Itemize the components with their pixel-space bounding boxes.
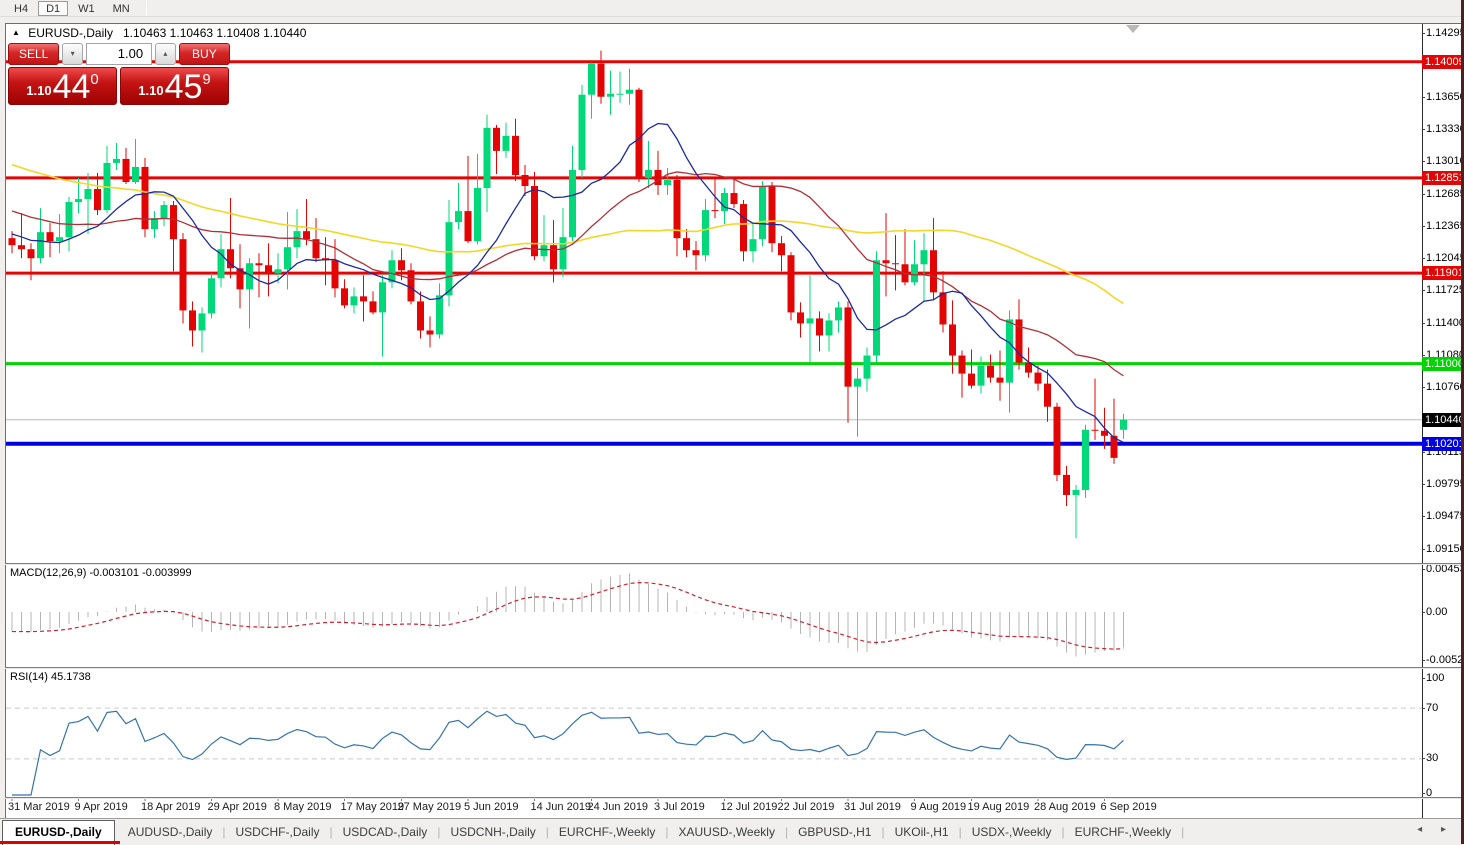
price-axis-tick-label: 1.12045 (1422, 252, 1464, 265)
date-axis-label: 22 Jul 2019 (777, 801, 835, 813)
price-axis-tick-label: 1.09795 (1422, 477, 1464, 490)
tab-scroll-arrows[interactable]: ◂ ▸ (1417, 824, 1454, 835)
sell-price-big: 44 (52, 68, 91, 106)
collapse-triangle-icon[interactable]: ▲ (12, 28, 20, 37)
ohlc-quotes: 1.10463 1.10463 1.10408 1.10440 (122, 26, 307, 40)
date-axis-label: 28 Aug 2019 (1034, 801, 1096, 813)
sell-price-sup: 0 (90, 71, 99, 88)
price-axis-tick-label: 1.09475 (1422, 510, 1464, 523)
tab-separator: | (881, 824, 885, 839)
date-axis-label: 6 Sep 2019 (1100, 801, 1157, 813)
date-axis-label: 8 May 2019 (274, 801, 332, 813)
symbol-name: EURUSD-,Daily (28, 26, 113, 40)
price-axis-tick-label: 1.09150 (1422, 542, 1464, 555)
macd-axis-tick-label: -0.005205 (1422, 654, 1464, 666)
date-axis-label: 9 Aug 2019 (910, 801, 967, 813)
level-chip-support-1[interactable]: 1.11000 (1422, 356, 1464, 371)
price-axis-tick-label: 1.13330 (1422, 123, 1464, 136)
level-chip-current-price[interactable]: 1.10440 (1422, 412, 1464, 427)
rsi-axis-tick-label: 70 (1421, 701, 1439, 714)
sell-price-prefix: 1.10 (26, 83, 52, 98)
price-axis-tick-label: 1.12365 (1422, 220, 1464, 233)
buy-button[interactable]: BUY (178, 43, 230, 65)
tab-separator: | (1181, 824, 1185, 839)
volume-increase-button[interactable]: ▴ (155, 43, 176, 65)
date-axis-separator (5, 797, 1464, 799)
macd-pane-separator[interactable] (5, 563, 1464, 565)
toolbar-divider (145, 0, 147, 16)
chart-tab-audusd-daily[interactable]: AUDUSD-,Daily (119, 822, 222, 842)
timeframe-button-h4[interactable]: H4 (6, 1, 36, 16)
chart-tab-eurchf-weekly[interactable]: EURCHF-,Weekly (550, 822, 664, 842)
price-axis-tick-label: 1.11725 (1422, 284, 1464, 297)
chart-tab-usdchf-daily[interactable]: USDCHF-,Daily (227, 822, 329, 842)
date-axis-label: 19 Aug 2019 (967, 801, 1030, 813)
rsi-indicator-label: RSI(14) 45.1738 (10, 671, 91, 683)
rsi-axis-tick-label: 30 (1421, 752, 1439, 765)
tab-separator: | (545, 824, 549, 839)
date-axis-label: 31 Mar 2019 (8, 801, 70, 813)
level-chip-resistance-2[interactable]: 1.12851 (1422, 170, 1464, 185)
price-axis-tick-label: 1.14295 (1422, 26, 1464, 39)
macd-axis-tick-label: 0.00 (1421, 605, 1448, 618)
date-axis-label: 17 May 2019 (340, 801, 405, 813)
chart-tab-gbpusd-h1[interactable]: GBPUSD-,H1 (789, 822, 880, 842)
timeframe-button-w1[interactable]: W1 (70, 1, 103, 16)
date-axis-label: 3 Jul 2019 (654, 801, 705, 813)
timeframe-button-mn[interactable]: MN (105, 1, 138, 16)
macd-pane[interactable] (6, 565, 1422, 666)
date-axis-label: 18 Apr 2019 (141, 801, 201, 813)
chart-tab-bar: EURUSD-,Daily AUDUSD-,Daily | USDCHF-,Daily… (0, 818, 1464, 845)
price-axis-tick-label: 1.13650 (1422, 91, 1464, 104)
price-axis-tick-label: 1.12685 (1422, 188, 1464, 201)
date-axis-label: 9 Apr 2019 (74, 801, 128, 813)
chart-tab-xauusd-weekly[interactable]: XAUUSD-,Weekly (669, 822, 783, 842)
tab-separator: | (665, 824, 669, 839)
date-axis-label: 27 May 2019 (397, 801, 462, 813)
level-chip-resistance-3[interactable]: 1.11901 (1422, 266, 1464, 281)
rsi-axis-tick-label: 100 (1421, 672, 1445, 684)
chart-tab-usdcad-daily[interactable]: USDCAD-,Daily (334, 822, 437, 842)
sell-button[interactable]: SELL (8, 43, 60, 65)
chart-tab-eurchf-weekly[interactable]: EURCHF-,Weekly (1066, 822, 1180, 842)
chart-tab-ukoil-h1[interactable]: UKOil-,H1 (886, 822, 958, 842)
buy-price-prefix: 1.10 (138, 83, 164, 98)
tab-separator: | (222, 824, 226, 839)
level-chip-resistance-1[interactable]: 1.14009 (1422, 54, 1464, 69)
macd-indicator-label: MACD(12,26,9) -0.003101 -0.003999 (10, 567, 192, 579)
chart-title: ▲ EURUSD-,Daily 1.10463 1.10463 1.10408 … (12, 26, 306, 40)
tab-separator: | (958, 824, 962, 839)
one-click-trading-panel: SELL ▾ 1.00 ▴ BUY 1.10 44 0 1.10 45 9 (8, 43, 230, 105)
date-axis-label: 29 Apr 2019 (207, 801, 267, 813)
rsi-pane-separator[interactable] (5, 667, 1464, 669)
tab-separator: | (1061, 824, 1065, 839)
price-axis-tick-label: 1.10760 (1422, 381, 1464, 394)
tab-separator: | (329, 824, 333, 839)
chart-tab-usdcnh-daily[interactable]: USDCNH-,Daily (441, 822, 544, 842)
buy-price-big: 45 (164, 68, 203, 106)
tab-separator: | (784, 824, 789, 839)
level-chip-support-2[interactable]: 1.10201 (1422, 436, 1464, 451)
tab-separator: | (437, 824, 441, 839)
volume-decrease-button[interactable]: ▾ (62, 43, 83, 65)
timeframe-button-d1[interactable]: D1 (38, 0, 69, 16)
rsi-pane[interactable] (6, 669, 1422, 797)
buy-price-sup: 9 (202, 71, 211, 88)
timeframe-toolbar: H4 D1 W1 MN (0, 0, 1464, 17)
buy-price-tile[interactable]: 1.10 45 9 (120, 67, 229, 105)
date-axis-label: 14 Jun 2019 (530, 801, 592, 813)
price-axis-tick-label: 1.13010 (1422, 155, 1464, 168)
price-axis-tick-label: 1.11400 (1422, 316, 1464, 329)
volume-input[interactable]: 1.00 (85, 43, 153, 65)
sell-price-tile[interactable]: 1.10 44 0 (8, 67, 117, 105)
chart-tab-usdx-weekly[interactable]: USDX-,Weekly (963, 822, 1061, 842)
date-axis-label: 12 Jul 2019 (720, 801, 778, 813)
date-axis-label: 24 Jun 2019 (587, 801, 649, 813)
date-axis-label: 31 Jul 2019 (844, 801, 901, 813)
date-axis-label: 5 Jun 2019 (464, 801, 519, 813)
